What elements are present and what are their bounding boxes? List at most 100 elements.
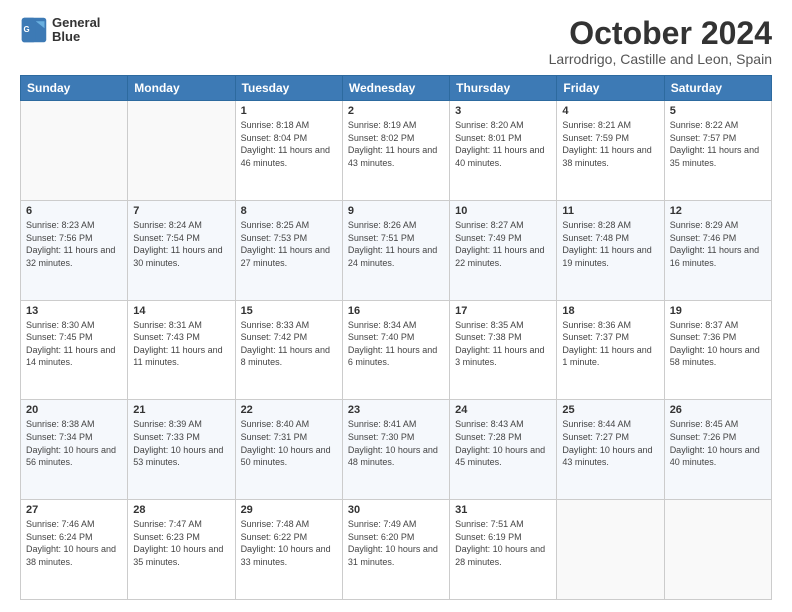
daylight-text: Daylight: 10 hours and 58 minutes.	[670, 344, 766, 369]
day-number: 14	[133, 305, 229, 317]
daylight-text: Daylight: 10 hours and 43 minutes.	[562, 444, 658, 469]
sunset-text: Sunset: 7:31 PM	[241, 431, 337, 444]
calendar-cell	[664, 500, 771, 600]
day-number: 25	[562, 404, 658, 416]
sunset-text: Sunset: 8:01 PM	[455, 132, 551, 145]
sunset-text: Sunset: 7:28 PM	[455, 431, 551, 444]
sunset-text: Sunset: 7:30 PM	[348, 431, 444, 444]
day-info: Sunrise: 8:38 AMSunset: 7:34 PMDaylight:…	[26, 418, 122, 468]
day-number: 30	[348, 504, 444, 516]
sunset-text: Sunset: 7:59 PM	[562, 132, 658, 145]
sunset-text: Sunset: 7:36 PM	[670, 331, 766, 344]
sunrise-text: Sunrise: 8:19 AM	[348, 119, 444, 132]
day-number: 26	[670, 404, 766, 416]
calendar-cell: 25 Sunrise: 8:44 AMSunset: 7:27 PMDayligh…	[557, 400, 664, 500]
sunrise-text: Sunrise: 8:34 AM	[348, 319, 444, 332]
day-info: Sunrise: 7:47 AMSunset: 6:23 PMDaylight:…	[133, 518, 229, 568]
day-number: 9	[348, 205, 444, 217]
sunset-text: Sunset: 7:51 PM	[348, 232, 444, 245]
calendar-cell: 10Sunrise: 8:27 AMSunset: 7:49 PMDayligh…	[450, 200, 557, 300]
sunset-text: Sunset: 6:24 PM	[26, 531, 122, 544]
daylight-text: Daylight: 10 hours and 38 minutes.	[26, 543, 122, 568]
sunrise-text: Sunrise: 8:35 AM	[455, 319, 551, 332]
title-section: October 2024 Larrodrigo, Castille and Le…	[549, 16, 772, 67]
calendar-cell: 26Sunrise: 8:45 AMSunset: 7:26 PMDayligh…	[664, 400, 771, 500]
calendar-cell: 27 Sunrise: 7:46 AMSunset: 6:24 PMDayligh…	[21, 500, 128, 600]
sunrise-text: Sunrise: 8:26 AM	[348, 219, 444, 232]
day-number: 20	[26, 404, 122, 416]
calendar-cell	[21, 101, 128, 201]
calendar-cell: 29Sunrise: 7:48 AMSunset: 6:22 PMDayligh…	[235, 500, 342, 600]
day-info: Sunrise: 7:51 AMSunset: 6:19 PMDaylight:…	[455, 518, 551, 568]
day-number: 23	[348, 404, 444, 416]
calendar-cell: 11Sunrise: 8:28 AMSunset: 7:48 PMDayligh…	[557, 200, 664, 300]
calendar-cell: 31Sunrise: 7:51 AMSunset: 6:19 PMDayligh…	[450, 500, 557, 600]
day-info: Sunrise: 8:39 AMSunset: 7:33 PMDaylight:…	[133, 418, 229, 468]
sunrise-text: Sunrise: 8:43 AM	[455, 418, 551, 431]
sunrise-text: Sunrise: 8:21 AM	[562, 119, 658, 132]
calendar-cell: 13Sunrise: 8:30 AMSunset: 7:45 PMDayligh…	[21, 300, 128, 400]
calendar-cell: 17Sunrise: 8:35 AMSunset: 7:38 PMDayligh…	[450, 300, 557, 400]
day-info: Sunrise: 8:25 AMSunset: 7:53 PMDaylight:…	[241, 219, 337, 269]
sunrise-text: Sunrise: 8:31 AM	[133, 319, 229, 332]
calendar-cell: 2 Sunrise: 8:19 AMSunset: 8:02 PMDaylight…	[342, 101, 449, 201]
daylight-text: Daylight: 10 hours and 31 minutes.	[348, 543, 444, 568]
calendar-cell: 14 Sunrise: 8:31 AMSunset: 7:43 PMDayligh…	[128, 300, 235, 400]
calendar-cell: 9 Sunrise: 8:26 AMSunset: 7:51 PMDaylight…	[342, 200, 449, 300]
day-number: 6	[26, 205, 122, 217]
calendar-cell: 6Sunrise: 8:23 AMSunset: 7:56 PMDaylight…	[21, 200, 128, 300]
sunrise-text: Sunrise: 8:25 AM	[241, 219, 337, 232]
sunrise-text: Sunrise: 7:48 AM	[241, 518, 337, 531]
daylight-text: Daylight: 11 hours and 46 minutes.	[241, 144, 337, 169]
daylight-text: Daylight: 11 hours and 1 minute.	[562, 344, 658, 369]
sunrise-text: Sunrise: 8:24 AM	[133, 219, 229, 232]
day-info: Sunrise: 8:40 AMSunset: 7:31 PMDaylight:…	[241, 418, 337, 468]
day-number: 18	[562, 305, 658, 317]
day-info: Sunrise: 8:35 AMSunset: 7:38 PMDaylight:…	[455, 319, 551, 369]
daylight-text: Daylight: 10 hours and 56 minutes.	[26, 444, 122, 469]
daylight-text: Daylight: 11 hours and 14 minutes.	[26, 344, 122, 369]
day-info: Sunrise: 7:49 AMSunset: 6:20 PMDaylight:…	[348, 518, 444, 568]
day-number: 27	[26, 504, 122, 516]
day-info: Sunrise: 8:44 AMSunset: 7:27 PMDaylight:…	[562, 418, 658, 468]
day-info: Sunrise: 8:22 AMSunset: 7:57 PMDaylight:…	[670, 119, 766, 169]
daylight-text: Daylight: 11 hours and 8 minutes.	[241, 344, 337, 369]
logo-line1: General	[52, 16, 100, 30]
day-info: Sunrise: 8:29 AMSunset: 7:46 PMDaylight:…	[670, 219, 766, 269]
day-info: Sunrise: 8:37 AMSunset: 7:36 PMDaylight:…	[670, 319, 766, 369]
day-info: Sunrise: 7:46 AMSunset: 6:24 PMDaylight:…	[26, 518, 122, 568]
svg-text:G: G	[24, 25, 30, 34]
daylight-text: Daylight: 11 hours and 24 minutes.	[348, 244, 444, 269]
logo-text: General Blue	[52, 16, 100, 45]
sunrise-text: Sunrise: 7:46 AM	[26, 518, 122, 531]
day-number: 10	[455, 205, 551, 217]
sunset-text: Sunset: 7:49 PM	[455, 232, 551, 245]
day-info: Sunrise: 8:19 AMSunset: 8:02 PMDaylight:…	[348, 119, 444, 169]
sunrise-text: Sunrise: 8:23 AM	[26, 219, 122, 232]
sunset-text: Sunset: 7:43 PM	[133, 331, 229, 344]
subtitle: Larrodrigo, Castille and Leon, Spain	[549, 51, 772, 67]
main-title: October 2024	[549, 16, 772, 51]
sunset-text: Sunset: 8:04 PM	[241, 132, 337, 145]
day-number: 15	[241, 305, 337, 317]
calendar-cell: 1Sunrise: 8:18 AMSunset: 8:04 PMDaylight…	[235, 101, 342, 201]
sunrise-text: Sunrise: 7:47 AM	[133, 518, 229, 531]
calendar-week-row: 20 Sunrise: 8:38 AMSunset: 7:34 PMDayligh…	[21, 400, 772, 500]
sunset-text: Sunset: 7:40 PM	[348, 331, 444, 344]
daylight-text: Daylight: 10 hours and 33 minutes.	[241, 543, 337, 568]
daylight-text: Daylight: 11 hours and 32 minutes.	[26, 244, 122, 269]
sunset-text: Sunset: 6:19 PM	[455, 531, 551, 544]
day-info: Sunrise: 8:21 AMSunset: 7:59 PMDaylight:…	[562, 119, 658, 169]
sunrise-text: Sunrise: 8:30 AM	[26, 319, 122, 332]
day-number: 2	[348, 105, 444, 117]
day-number: 22	[241, 404, 337, 416]
day-number: 8	[241, 205, 337, 217]
sunset-text: Sunset: 6:20 PM	[348, 531, 444, 544]
calendar-cell	[128, 101, 235, 201]
calendar-week-row: 13Sunrise: 8:30 AMSunset: 7:45 PMDayligh…	[21, 300, 772, 400]
sunset-text: Sunset: 7:57 PM	[670, 132, 766, 145]
sunset-text: Sunset: 7:46 PM	[670, 232, 766, 245]
daylight-text: Daylight: 11 hours and 11 minutes.	[133, 344, 229, 369]
day-info: Sunrise: 8:28 AMSunset: 7:48 PMDaylight:…	[562, 219, 658, 269]
calendar-cell: 22 Sunrise: 8:40 AMSunset: 7:31 PMDayligh…	[235, 400, 342, 500]
